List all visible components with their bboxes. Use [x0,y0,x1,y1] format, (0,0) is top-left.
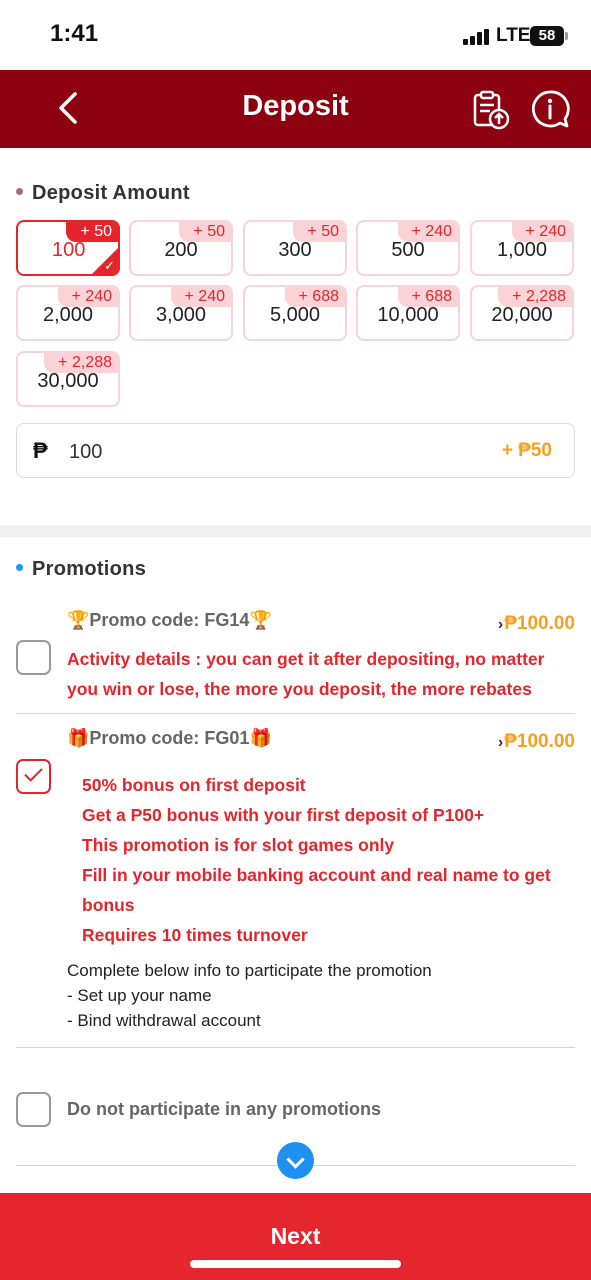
promo-line: Fill in your mobile banking account and … [82,865,551,915]
promo-divider [16,713,575,714]
amount-value: 3,000 [155,304,207,326]
check-icon: ✓ [104,258,115,273]
promo-amount-value: ₱100.00 [504,613,575,634]
amount-option[interactable]: + 240 3,000 [129,285,233,341]
promo-line: This promotion is for slot games only [82,835,395,855]
amount-option[interactable]: + 688 5,000 [243,285,347,341]
clipboard-upload-icon[interactable] [470,89,512,131]
info-chat-icon[interactable] [529,88,571,130]
promo-line: Requires 10 times turnover [82,925,308,945]
network-label: LTE [496,25,531,46]
amount-value: 5,000 [269,304,321,326]
chevron-right-icon: › [497,734,504,751]
promotions-heading: Promotions [16,558,146,581]
amount-bonus-preview: + ₱50 [501,440,552,461]
promo-note-line: - Set up your name [67,986,212,1005]
promo-amount-fg01: ›₱100.00 [498,731,575,753]
chevron-right-icon: › [497,616,504,633]
amount-value: 1,000 [496,239,548,261]
promo-details-fg01: 50% bonus on first deposit Get a P50 bon… [82,770,552,950]
amount-input-value: 100 [69,441,103,463]
promo-checkbox-fg01[interactable] [16,759,51,794]
deposit-amount-label: Deposit Amount [32,182,190,204]
amount-option[interactable]: + 50 100 ✓ [16,220,120,276]
status-bar: 1:41 LTE 58 [0,0,591,70]
promo-note-line: - Bind withdrawal account [67,1011,261,1030]
promo-divider [16,1047,575,1048]
promo-text-fg14: Activity details : you can get it after … [67,649,545,712]
amount-value: 30,000 [37,370,99,392]
promo-note: Complete below info to participate the p… [67,958,432,1033]
no-promo-checkbox[interactable] [16,1092,51,1127]
amount-option[interactable]: + 240 2,000 [16,285,120,341]
promo-amount-value: ₱100.00 [504,731,575,752]
header-bar: Deposit [0,70,591,148]
battery-icon: 58 [530,26,568,46]
amount-value: 200 [164,239,198,261]
amount-option[interactable]: + 688 10,000 [356,285,460,341]
amount-option[interactable]: + 240 500 [356,220,460,276]
amount-option[interactable]: + 2,288 30,000 [16,351,120,407]
section-divider [0,525,591,537]
amount-option[interactable]: + 240 1,000 [470,220,574,276]
promo-line: Get a P50 bonus with your first deposit … [82,805,485,825]
status-time: 1:41 [50,20,99,47]
promo-note-line: Complete below info to participate the p… [67,961,432,980]
amount-value: 2,000 [42,304,94,326]
peso-icon: ₱ [33,438,48,463]
amount-option[interactable]: + 50 200 [129,220,233,276]
amount-option[interactable]: + 50 300 [243,220,347,276]
amount-value: 300 [278,239,312,261]
bullet-icon [16,564,23,572]
promo-title-fg14: 🏆Promo code: FG14🏆 [67,610,272,630]
promo-checkbox-fg14[interactable] [16,640,51,675]
promo-details-fg14: Activity details : you can get it after … [67,644,557,712]
amount-option[interactable]: + 2,288 20,000 [470,285,574,341]
promotions-label: Promotions [32,558,147,580]
amount-value: 20,000 [491,304,553,326]
amount-input[interactable]: ₱ 100 + ₱50 [16,423,575,478]
chevron-down-icon[interactable] [277,1142,314,1179]
signal-icon [463,29,489,45]
bullet-icon [16,188,23,196]
deposit-amount-heading: Deposit Amount [16,182,190,205]
amount-value: 10,000 [377,304,439,326]
next-label: Next [270,1223,321,1249]
no-promo-label: Do not participate in any promotions [67,1099,382,1119]
promo-amount-fg14: ›₱100.00 [498,613,575,635]
home-indicator [190,1260,401,1268]
promo-line: 50% bonus on first deposit [82,775,306,795]
promo-title-fg01: 🎁Promo code: FG01🎁 [67,728,272,748]
check-icon [24,763,43,782]
amount-value: 500 [391,239,425,261]
